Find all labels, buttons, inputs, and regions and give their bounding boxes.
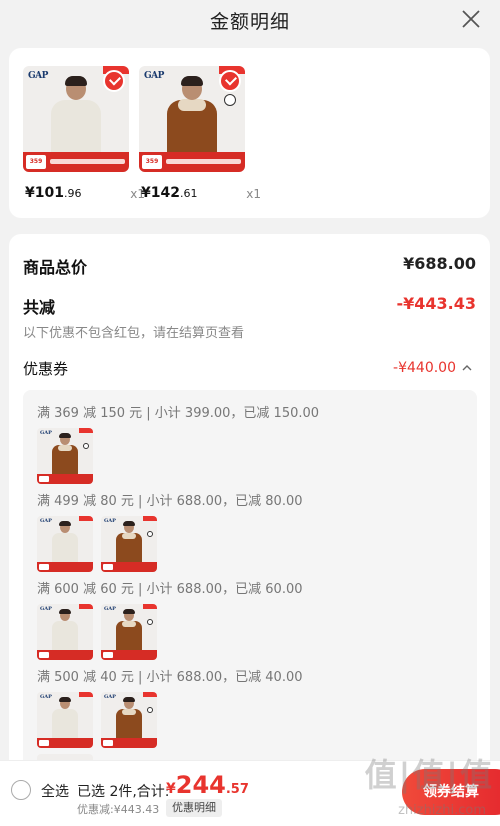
saved-amount: 优惠减:¥443.43 — [77, 803, 160, 816]
model-figure — [115, 697, 143, 740]
product-card: GAP 359 ¥101.96 x1 GAP 359 ¥142.61 x1 — [9, 48, 490, 218]
product-price: ¥101.96 — [25, 185, 82, 201]
coupon-rule: 满 600 减 60 元 | 小计 688.00，已减 60.00 — [37, 582, 303, 597]
discount-detail-button[interactable]: 优惠明细 — [166, 799, 222, 817]
coupon-rule: 满 500 减 40 元 | 小计 688.00，已减 40.00 — [37, 670, 303, 685]
model-figure — [115, 521, 143, 564]
coupon-product-thumb: GAP — [101, 692, 157, 748]
watermark-logo: 值|值|值 — [364, 756, 494, 794]
select-all-label[interactable]: 全选 — [41, 781, 69, 801]
coupon-product-thumb: GAP — [37, 692, 93, 748]
selected-count: 已选 2件,合计: — [77, 784, 170, 800]
discount-label: 共减 — [23, 298, 56, 317]
total-label: 商品总价 — [23, 258, 88, 277]
discount-note: 以下优惠不包含红包，请在结算页查看 — [23, 326, 245, 341]
discount-value: -¥443.43 — [396, 294, 476, 313]
product-item[interactable]: GAP 359 ¥142.61 x1 — [139, 66, 261, 201]
total-amount: ¥244.57 — [166, 771, 249, 799]
coupon-rule: 满 369 减 150 元 | 小计 399.00，已减 150.00 — [37, 406, 320, 421]
total-value: ¥688.00 — [403, 254, 476, 273]
selected-check-icon[interactable] — [103, 70, 125, 92]
selected-check-icon[interactable] — [219, 70, 241, 92]
model-figure — [49, 76, 103, 158]
brand-logo: GAP — [40, 694, 52, 700]
chevron-up-icon[interactable] — [462, 364, 472, 372]
product-item[interactable]: GAP 359 ¥101.96 x1 — [23, 66, 145, 201]
model-figure — [51, 609, 79, 652]
product-image: GAP 359 — [139, 66, 245, 172]
coupon-product-thumb: GAP — [37, 428, 93, 484]
product-price: ¥142.61 — [141, 185, 198, 201]
product-qty: x1 — [246, 187, 261, 201]
badge-icon — [147, 531, 153, 537]
coupon-product-thumb: GAP — [101, 604, 157, 660]
model-figure — [51, 521, 79, 564]
header: 金额明细 — [0, 0, 500, 40]
promo-tag: 359 — [26, 155, 46, 169]
coupon-product-thumb: GAP — [101, 516, 157, 572]
brand-logo: GAP — [104, 606, 116, 612]
brand-logo: GAP — [40, 606, 52, 612]
coupon-product-thumb: GAP — [37, 604, 93, 660]
brand-logo: GAP — [28, 71, 48, 81]
brand-logo: GAP — [144, 71, 164, 81]
watermark-url: zhizhizhi.com — [398, 803, 486, 818]
close-icon[interactable] — [460, 8, 482, 30]
badge-icon — [224, 94, 236, 106]
coupon-value[interactable]: -¥440.00 — [393, 360, 456, 376]
coupon-rule: 满 499 减 80 元 | 小计 688.00，已减 80.00 — [37, 494, 303, 509]
select-all-radio[interactable] — [11, 780, 31, 800]
promo-band: 359 — [23, 152, 129, 172]
page-title: 金额明细 — [209, 11, 290, 33]
promo-tag: 359 — [142, 155, 162, 169]
coupon-product-thumb: GAP — [37, 516, 93, 572]
summary-card: 商品总价 ¥688.00 共减 -¥443.43 以下优惠不包含红包，请在结算页… — [9, 234, 490, 826]
brand-logo: GAP — [104, 694, 116, 700]
badge-icon — [83, 443, 89, 449]
model-figure — [51, 697, 79, 740]
promo-band: 359 — [139, 152, 245, 172]
brand-logo: GAP — [40, 518, 52, 524]
coupon-label: 优惠券 — [23, 360, 69, 378]
brand-logo: GAP — [104, 518, 116, 524]
model-figure — [115, 609, 143, 652]
brand-logo: GAP — [40, 430, 52, 436]
product-image: GAP 359 — [23, 66, 129, 172]
badge-icon — [147, 707, 153, 713]
badge-icon — [147, 619, 153, 625]
model-figure — [51, 433, 79, 476]
model-figure — [165, 76, 219, 158]
checkout-bar: 全选 已选 2件,合计: ¥244.57 优惠减:¥443.43 优惠明细 领券… — [0, 756, 500, 826]
